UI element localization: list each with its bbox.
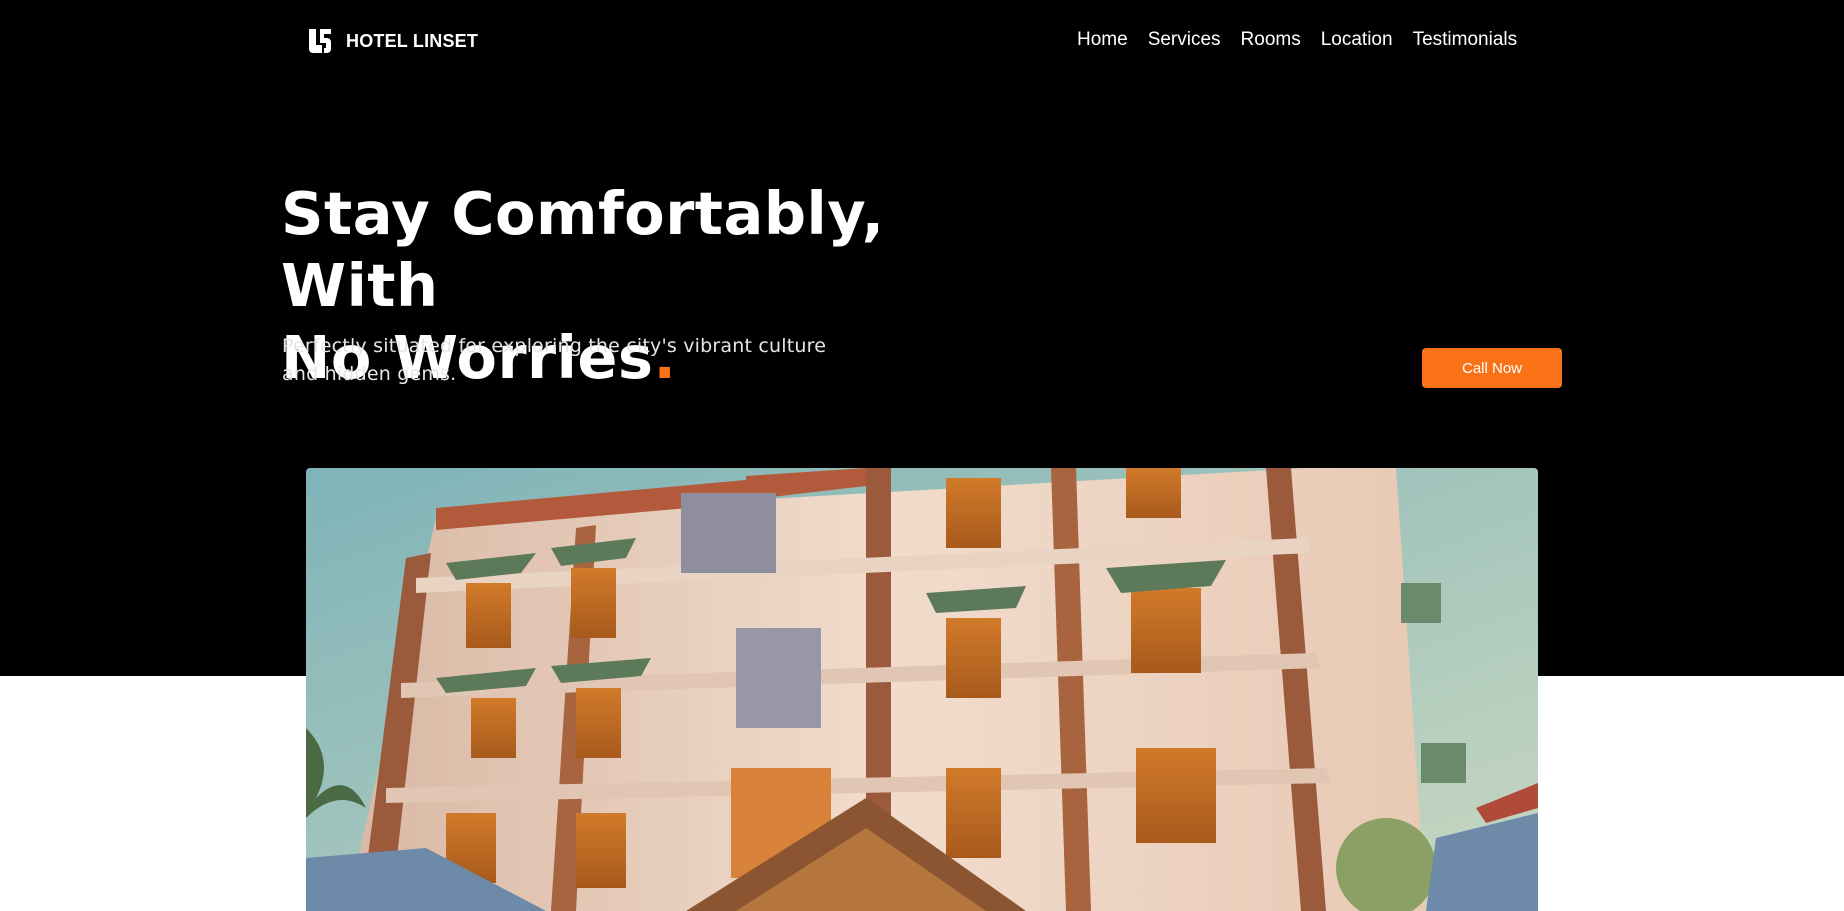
hero-subtitle: Perfectly situated for exploring the cit…	[282, 332, 842, 388]
nav-link-location[interactable]: Location	[1321, 29, 1393, 51]
call-now-button[interactable]: Call Now	[1422, 348, 1562, 388]
nav-link-services[interactable]: Services	[1148, 29, 1221, 51]
nav-link-rooms[interactable]: Rooms	[1241, 29, 1301, 51]
subtitle-line-1: Perfectly situated for exploring the cit…	[282, 335, 827, 357]
brand-name: HOTEL LINSET	[346, 30, 479, 51]
main-nav: Home Services Rooms Location Testimonial…	[1077, 29, 1517, 51]
nav-link-home[interactable]: Home	[1077, 29, 1128, 51]
hotel-building-photo	[306, 468, 1538, 911]
brand-logo[interactable]: HOTEL LINSET	[306, 27, 478, 55]
subtitle-line-2: and hidden gems.	[282, 363, 457, 385]
headline-line-1: Stay Comfortably, With	[281, 179, 885, 320]
nav-link-testimonials[interactable]: Testimonials	[1413, 29, 1518, 51]
ls-monogram-icon	[309, 29, 331, 53]
